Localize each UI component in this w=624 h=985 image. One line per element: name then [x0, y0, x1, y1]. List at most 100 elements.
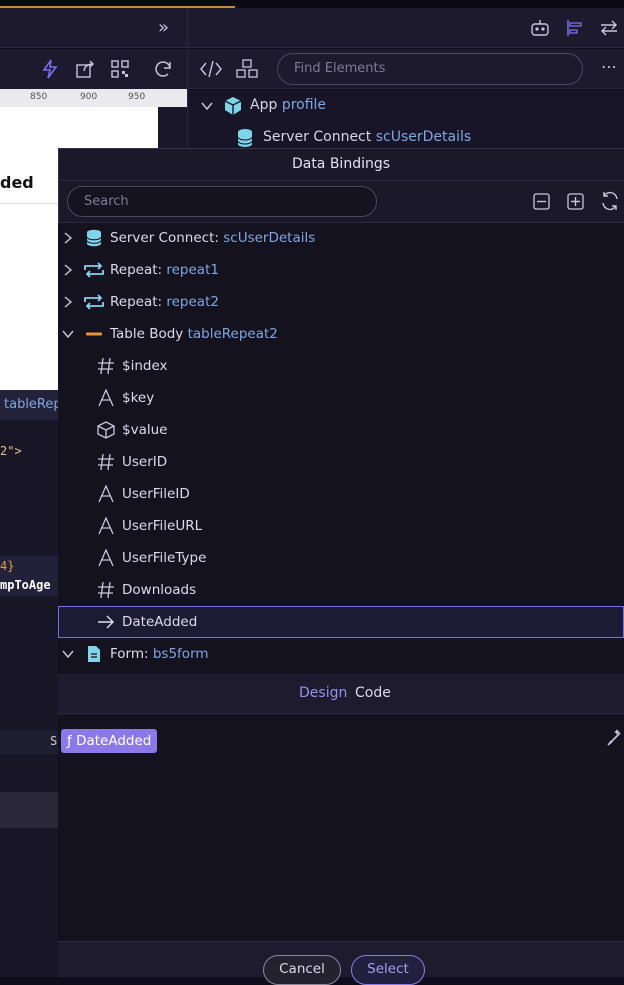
collapse-all-icon[interactable]: [533, 193, 550, 210]
text-icon: [98, 517, 114, 535]
number-icon: [98, 357, 114, 375]
binding-row-repeat2[interactable]: Repeat: repeat2: [58, 286, 624, 318]
tab-code[interactable]: Code: [355, 685, 391, 701]
chevron-right-icon[interactable]: [62, 296, 74, 308]
binding-row-server-connect[interactable]: Server Connect: scUserDetails: [58, 222, 624, 254]
row-label-value: scUserDetails: [223, 230, 316, 246]
more-options-icon[interactable]: ⋯: [601, 57, 617, 76]
row-label-text: Table Body: [110, 326, 184, 342]
binding-row-label: UserFileURL: [122, 518, 203, 534]
elements-tree: App profile Server Connect scUserDetails: [187, 90, 624, 150]
find-elements-input[interactable]: Find Elements: [277, 53, 583, 85]
tab-design[interactable]: Design: [299, 685, 347, 701]
lightning-icon[interactable]: [42, 59, 58, 79]
align-left-icon[interactable]: [566, 19, 584, 37]
row-label-text: Server Connect:: [110, 230, 219, 246]
repeat-icon: [84, 294, 104, 310]
binding-row-label: UserFileType: [122, 550, 207, 566]
qr-code-icon[interactable]: [111, 60, 129, 78]
table-body-icon: [86, 332, 102, 336]
right-panel-header: [187, 8, 624, 48]
binding-row-value[interactable]: $value: [58, 414, 624, 446]
binding-row-userfileurl[interactable]: UserFileURL: [58, 510, 624, 542]
refresh-icon[interactable]: [600, 191, 620, 211]
tree-item-server-connect[interactable]: Server Connect scUserDetails: [263, 129, 471, 145]
binding-row-downloads[interactable]: Downloads: [58, 574, 624, 606]
expand-all-icon[interactable]: [567, 193, 584, 210]
binding-row-userfileid[interactable]: UserFileID: [58, 478, 624, 510]
binding-row-repeat1[interactable]: Repeat: repeat1: [58, 254, 624, 286]
chevron-down-icon[interactable]: [201, 100, 213, 112]
components-icon[interactable]: [235, 59, 259, 79]
repeat-icon: [84, 262, 104, 278]
binding-row-label: Server Connect: scUserDetails: [110, 222, 315, 254]
binding-row-label: UserFileID: [122, 486, 190, 502]
row-label-value: bs5form: [152, 646, 209, 662]
chevron-right-icon[interactable]: [62, 264, 74, 276]
row-label-value: tableRepeat2: [187, 326, 278, 342]
select-button[interactable]: Select: [351, 955, 425, 985]
dialog-title: Data Bindings: [58, 149, 624, 181]
ruler-tick: 850: [30, 92, 48, 102]
row-label-value: repeat2: [166, 294, 219, 310]
expression-chip-label: DateAdded: [76, 733, 152, 749]
double-chevron-right-icon[interactable]: »: [158, 17, 169, 38]
magic-wand-icon[interactable]: [606, 727, 624, 747]
database-icon: [86, 229, 102, 247]
tree-item-label: App: [250, 97, 278, 113]
status-letter: S: [50, 734, 58, 748]
bindings-search-input[interactable]: Search: [67, 186, 377, 217]
code-icon[interactable]: [200, 60, 222, 78]
chevron-down-icon[interactable]: [62, 328, 74, 340]
cancel-button[interactable]: Cancel: [263, 955, 341, 985]
ruler-tick: 900: [80, 92, 98, 102]
row-label-text: Repeat:: [110, 262, 163, 278]
database-icon: [237, 129, 253, 147]
binding-row-label: UserID: [122, 454, 168, 470]
text-icon: [98, 389, 114, 407]
chevron-right-icon[interactable]: [62, 232, 74, 244]
tree-item-app[interactable]: App profile: [250, 97, 326, 113]
binding-row-label: $value: [122, 422, 168, 438]
number-icon: [98, 453, 114, 471]
robot-icon[interactable]: [530, 19, 550, 37]
canvas-heading: ded: [0, 173, 34, 192]
left-toolbar: [0, 49, 187, 89]
code-line: 4}: [0, 559, 15, 573]
ruler-tick: 950: [128, 92, 146, 102]
panel-strip: [0, 792, 58, 828]
chevron-down-icon[interactable]: [62, 648, 74, 660]
binding-row-label: $key: [122, 390, 155, 406]
binding-row-form[interactable]: Form: bs5form: [58, 638, 624, 670]
tree-item-label: Server Connect: [263, 129, 372, 145]
binding-row-label: Repeat: repeat2: [110, 286, 219, 318]
tag-label[interactable]: tableRep: [0, 390, 62, 420]
expression-chip[interactable]: ƒ DateAdded: [61, 729, 158, 753]
dialog-footer: Cancel Select: [58, 941, 624, 985]
share-icon[interactable]: [76, 60, 96, 78]
binding-row-userid[interactable]: UserID: [58, 446, 624, 478]
object-icon: [97, 421, 115, 439]
left-panel-header: »: [0, 8, 187, 48]
binding-row-key[interactable]: $key: [58, 382, 624, 414]
binding-row-label: Table Body tableRepeat2: [110, 318, 278, 350]
cube-icon: [224, 97, 242, 115]
binding-row-label: DateAdded: [122, 614, 198, 630]
tree-item-value: profile: [281, 97, 327, 113]
row-label-text: Repeat:: [110, 294, 163, 310]
function-icon: ƒ: [67, 733, 72, 749]
binding-row-label: Form: bs5form: [110, 638, 209, 670]
binding-row-userfiletype[interactable]: UserFileType: [58, 542, 624, 574]
row-label-text: Form:: [110, 646, 149, 662]
binding-row-table-body[interactable]: Table Body tableRepeat2: [58, 318, 624, 350]
ruler: 850 900 950: [0, 89, 187, 107]
binding-row-dateadded[interactable]: DateAdded: [58, 606, 624, 638]
swap-icon[interactable]: [599, 19, 619, 37]
code-line: 2">: [0, 444, 22, 458]
row-label-value: repeat1: [166, 262, 219, 278]
arrow-right-icon: [98, 615, 114, 629]
tree-item-value: scUserDetails: [375, 129, 472, 145]
refresh-icon[interactable]: [153, 59, 173, 79]
binding-row-index[interactable]: $index: [58, 350, 624, 382]
editor-tabs: Design Code: [58, 674, 624, 714]
